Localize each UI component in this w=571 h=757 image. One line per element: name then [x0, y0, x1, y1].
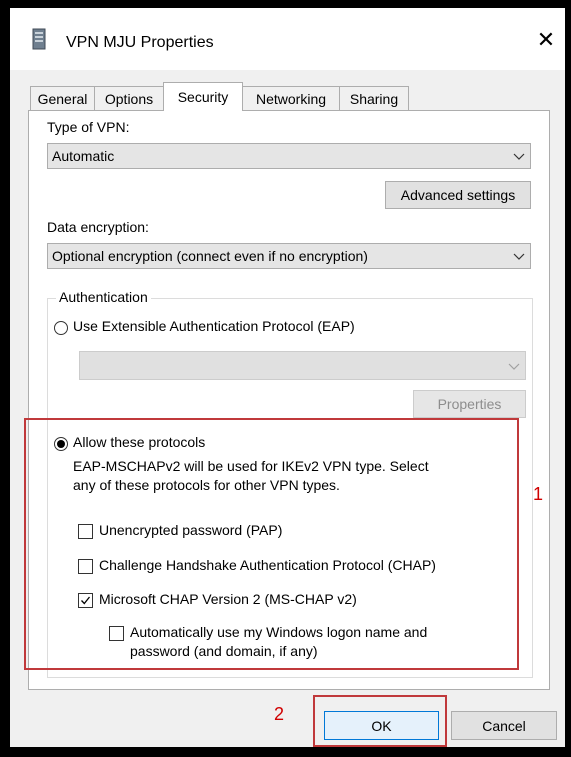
- vpn-type-dropdown[interactable]: Automatic: [47, 143, 531, 169]
- annotation-label-1: 1: [533, 484, 544, 504]
- authentication-group-label: Authentication: [56, 289, 151, 305]
- vpn-connection-icon: [32, 28, 46, 50]
- vpn-type-value: Automatic: [52, 148, 115, 164]
- annotation-box-1: [24, 418, 519, 670]
- vpn-type-label: Type of VPN:: [47, 119, 130, 135]
- chevron-down-icon: [513, 153, 525, 160]
- tab-networking[interactable]: Networking: [242, 86, 340, 110]
- eap-method-dropdown[interactable]: [79, 351, 526, 380]
- eap-properties-button[interactable]: Properties: [413, 390, 526, 418]
- title-bar: VPN MJU Properties ✕: [10, 8, 565, 70]
- tab-security[interactable]: Security: [163, 82, 243, 111]
- window-title: VPN MJU Properties: [66, 34, 214, 51]
- chevron-down-icon: [508, 363, 520, 370]
- annotation-box-2: [313, 695, 447, 747]
- cancel-button[interactable]: Cancel: [451, 711, 557, 740]
- data-encryption-dropdown[interactable]: Optional encryption (connect even if no …: [47, 243, 531, 269]
- tab-sharing[interactable]: Sharing: [339, 86, 409, 110]
- close-button[interactable]: ✕: [531, 26, 561, 54]
- eap-radio-label[interactable]: Use Extensible Authentication Protocol (…: [73, 318, 355, 334]
- data-encryption-label: Data encryption:: [47, 219, 149, 235]
- advanced-settings-button[interactable]: Advanced settings: [385, 181, 531, 209]
- tab-general[interactable]: General: [30, 86, 95, 110]
- annotation-label-2: 2: [274, 704, 285, 724]
- eap-radio[interactable]: [54, 321, 68, 335]
- chevron-down-icon: [513, 253, 525, 260]
- tab-options[interactable]: Options: [94, 86, 164, 110]
- close-icon: ✕: [536, 27, 556, 52]
- data-encryption-value: Optional encryption (connect even if no …: [52, 248, 368, 264]
